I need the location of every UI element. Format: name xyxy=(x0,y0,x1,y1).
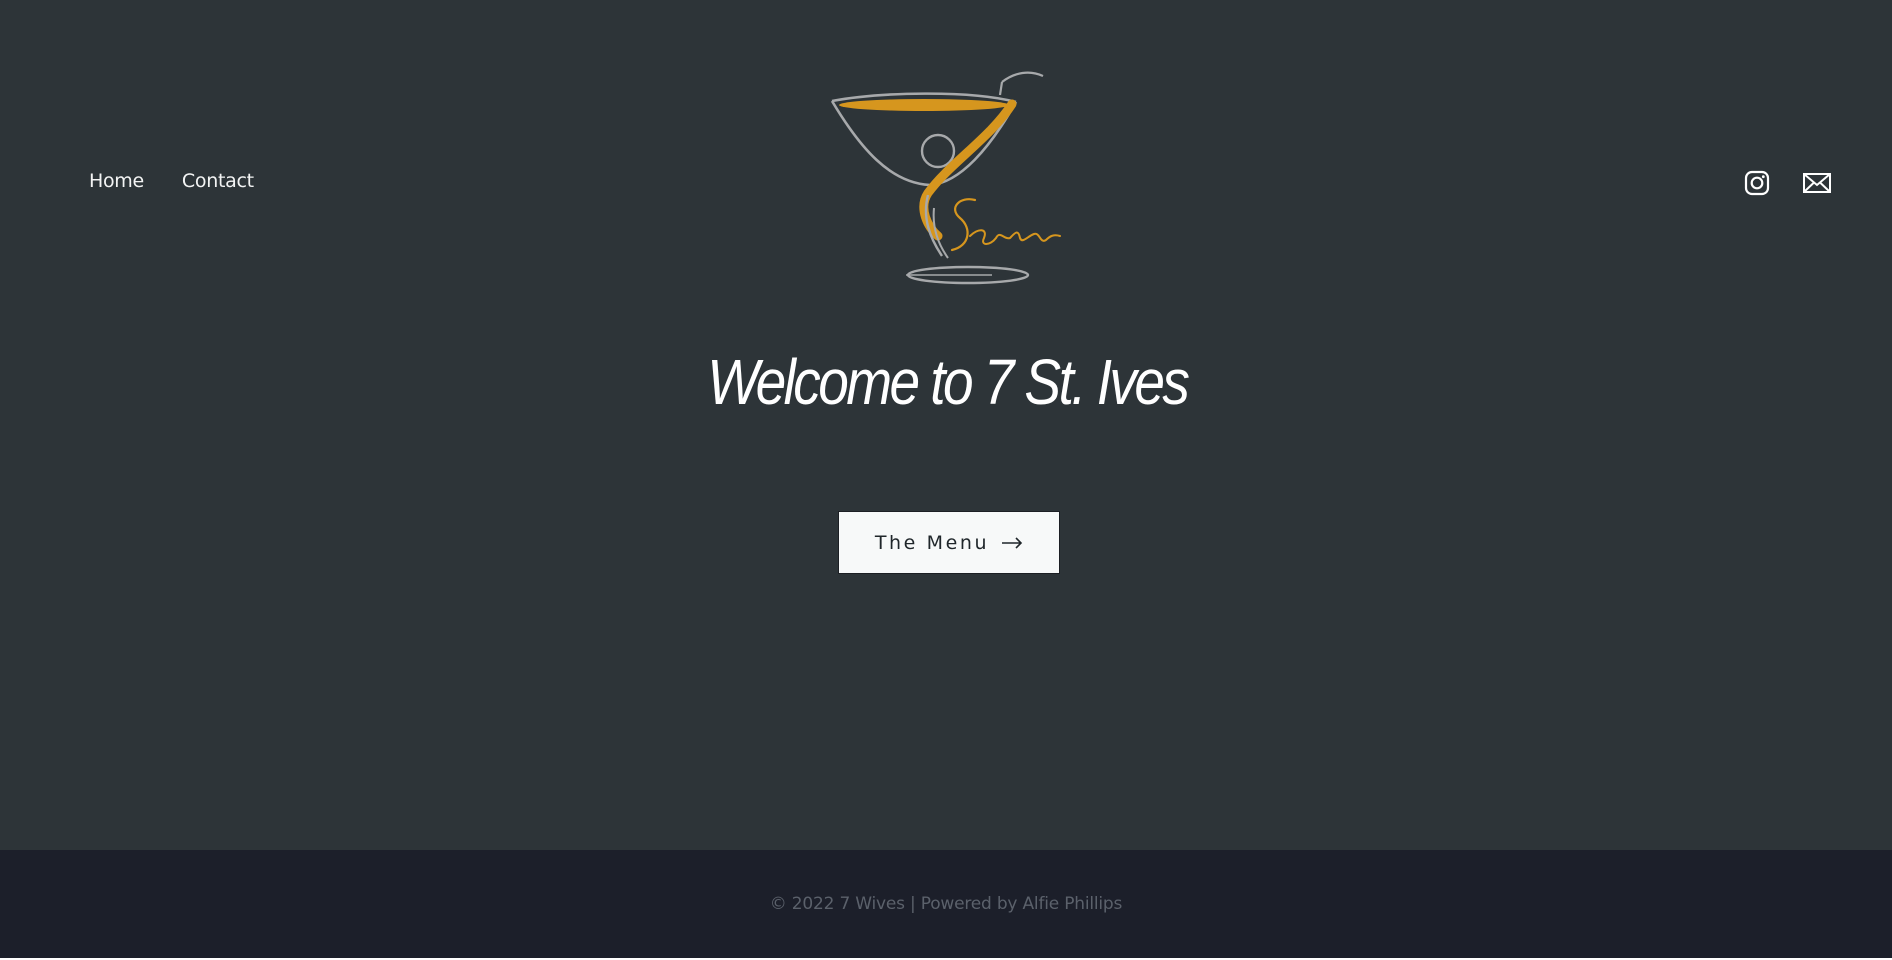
mail-icon[interactable] xyxy=(1802,168,1832,198)
primary-nav: Home Contact xyxy=(89,170,254,192)
arrow-right-icon xyxy=(1002,536,1023,549)
page-title: Welcome to 7 St. Ives xyxy=(707,346,1190,418)
menu-button-label: The Menu xyxy=(874,531,990,554)
social-links xyxy=(1742,168,1832,198)
nav-item-home[interactable]: Home xyxy=(89,170,144,192)
site-logo[interactable] xyxy=(820,68,1070,293)
footer-copyright: © 2022 7 Wives | Powered by Alfie Philli… xyxy=(769,894,1123,914)
nav-item-contact[interactable]: Contact xyxy=(182,170,254,192)
hero-section: Home Contact Welcome to 7 St. Ives The M… xyxy=(0,0,1892,850)
page: Home Contact Welcome to 7 St. Ives The M… xyxy=(0,0,1892,960)
site-footer: © 2022 7 Wives | Powered by Alfie Philli… xyxy=(0,850,1892,960)
martini-glass-logo xyxy=(830,71,1061,285)
instagram-icon[interactable] xyxy=(1742,168,1772,198)
menu-button[interactable]: The Menu xyxy=(838,511,1060,574)
